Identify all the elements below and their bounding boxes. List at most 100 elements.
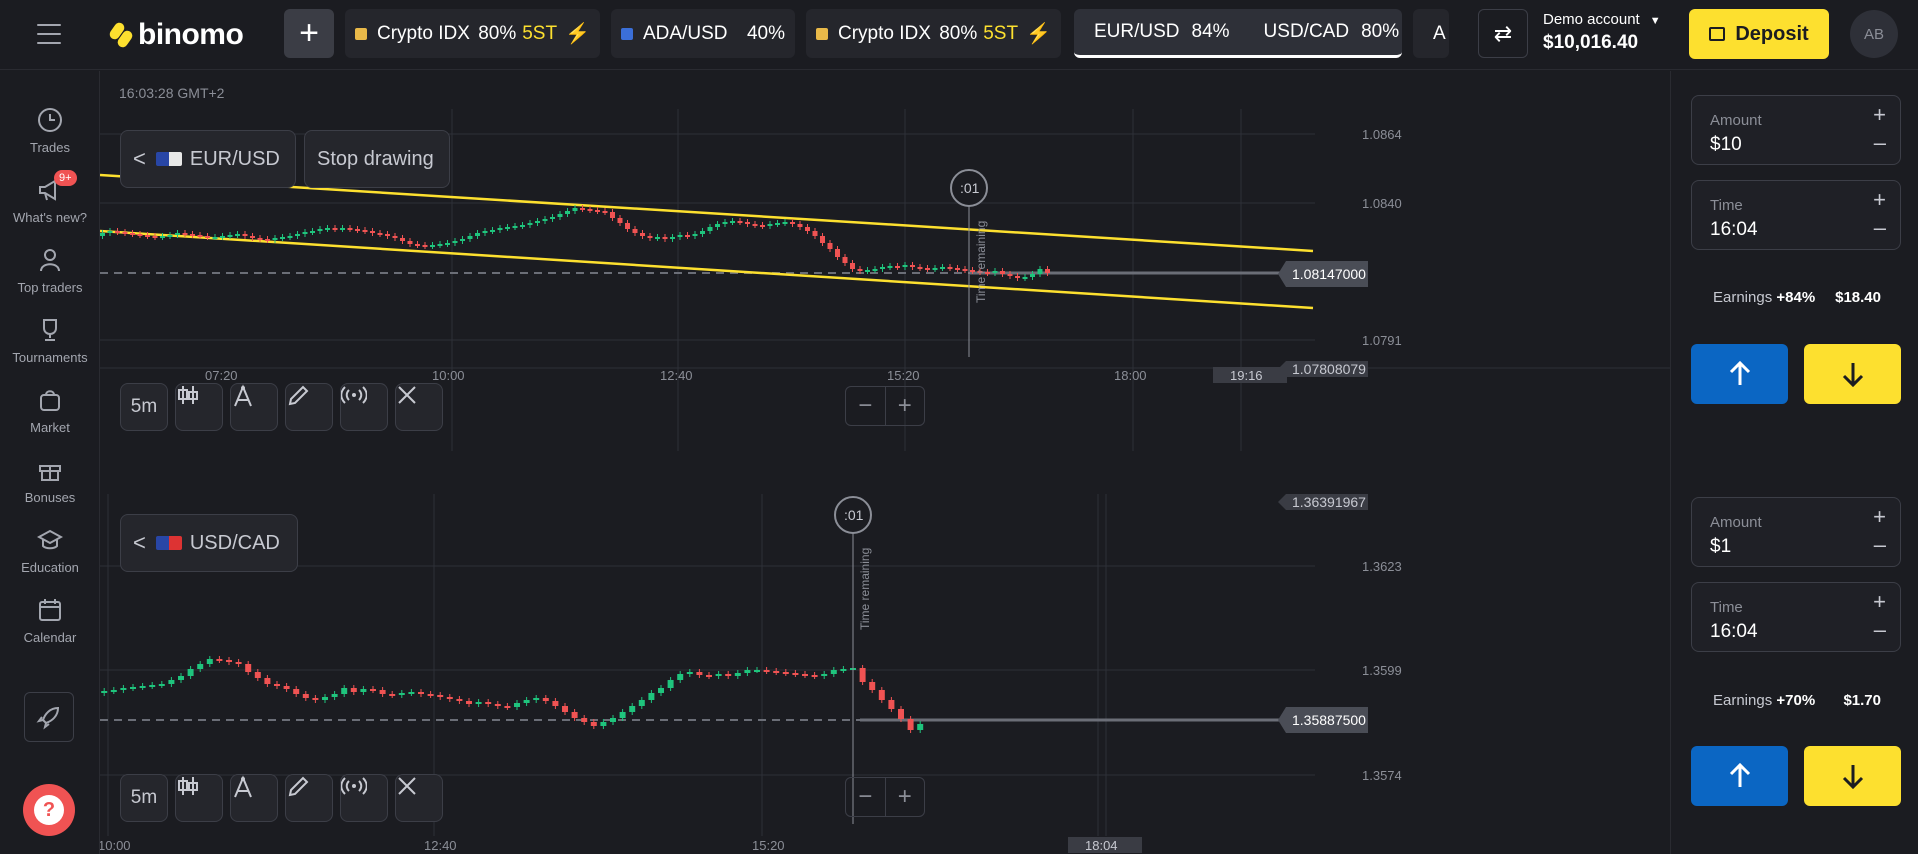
eur-usd-candle <box>115 231 120 233</box>
zoom-out-button[interactable]: − <box>846 778 886 816</box>
asset-tab-eur-usd-usd-cad[interactable]: EUR/USD 84% USD/CAD 80% <box>1074 9 1402 58</box>
eur-usd-candle <box>175 233 180 235</box>
eur-usd-candle <box>437 244 443 246</box>
amount-value[interactable]: $1 <box>1710 536 1731 558</box>
zoom-in-button[interactable]: + <box>886 778 925 816</box>
chart-panel-eur-usd[interactable]: 1.0864 1.0840 1.0791 07:20 10:00 12:40 15:20 18… <box>100 71 1670 491</box>
eur-usd-candle <box>760 225 765 227</box>
indicators-icon[interactable] <box>230 383 278 431</box>
tab-pct: 80% <box>478 22 517 44</box>
sidebar-item-label: Tournaments <box>12 350 88 365</box>
chart-panel-usd-cad[interactable]: 1.3623 1.3599 1.3574 10:00 12:40 15:20 18:04 1.… <box>100 494 1670 854</box>
eur-usd-candle <box>715 224 720 227</box>
sidebar-item-calendar[interactable]: Calendar <box>0 596 100 645</box>
usd-cad-candle <box>696 672 703 675</box>
sidebar-item-bonuses[interactable]: Bonuses <box>0 456 100 505</box>
signal-icon[interactable] <box>340 383 388 431</box>
eur-usd-candle <box>947 267 953 269</box>
indicators-icon[interactable] <box>230 774 278 822</box>
eur-usd-candle <box>385 234 390 236</box>
usd-cad-candle <box>494 704 501 706</box>
call-up-button-2[interactable] <box>1691 746 1788 806</box>
sidebar-item-market[interactable]: Market <box>0 386 100 435</box>
amount-value[interactable]: $10 <box>1710 134 1742 156</box>
usd-cad-candle <box>485 702 492 704</box>
signal-icon[interactable] <box>340 774 388 822</box>
sidebar-item-education[interactable]: Education <box>0 526 100 575</box>
usd-cad-candle <box>600 722 607 726</box>
eur-usd-candle <box>415 244 420 246</box>
asset-tab-crypto-idx-2[interactable]: Crypto IDX 80% 5ST ⚡ <box>806 9 1061 58</box>
person-icon <box>36 246 64 274</box>
usd-cad-candle <box>619 712 626 718</box>
eur-usd-candle <box>640 233 645 236</box>
minus-icon[interactable]: – <box>1874 215 1886 241</box>
asset-selector-usd-cad[interactable]: < USD/CAD <box>120 514 298 572</box>
logo[interactable]: binomo <box>110 16 244 54</box>
add-asset-button[interactable]: + <box>284 9 334 58</box>
stop-drawing-button[interactable]: Stop drawing <box>304 130 450 188</box>
pencil-icon[interactable] <box>285 774 333 822</box>
pencil-icon[interactable] <box>285 383 333 431</box>
usd-cad-candle <box>168 680 175 684</box>
usd-cad-candle <box>782 672 789 674</box>
minus-icon[interactable]: – <box>1874 130 1886 156</box>
tab-name: Crypto IDX <box>377 22 470 44</box>
eur-usd-candle <box>685 235 690 237</box>
call-up-button-1[interactable] <box>1691 344 1788 404</box>
eur-usd-candle <box>190 234 195 236</box>
earnings-pct: +84% <box>1776 289 1816 306</box>
plus-icon[interactable]: + <box>1873 102 1886 128</box>
eur-usd-candle <box>355 229 360 231</box>
time-label: 10:00 <box>432 368 465 383</box>
timeframe-button[interactable]: 5m <box>120 774 168 822</box>
asset-tab-crypto-idx-1[interactable]: Crypto IDX 80% 5ST ⚡ <box>345 9 600 58</box>
switch-account-button[interactable]: ⇄ <box>1478 9 1528 58</box>
zoom-out-button[interactable]: − <box>846 387 886 425</box>
time-label: 10:00 <box>100 838 131 853</box>
avatar[interactable]: AB <box>1850 10 1898 58</box>
close-icon[interactable] <box>395 774 443 822</box>
usd-cad-candle <box>562 706 568 712</box>
account-selector[interactable]: Demo account ▼ $10,016.40 <box>1543 11 1661 54</box>
sidebar-item-top-traders[interactable]: Top traders <box>0 246 100 295</box>
zoom-in-button[interactable]: + <box>886 387 925 425</box>
put-down-button-2[interactable] <box>1804 746 1901 806</box>
asset-tab-partial[interactable]: A <box>1413 9 1449 58</box>
close-icon[interactable] <box>395 383 443 431</box>
put-down-button-1[interactable] <box>1804 344 1901 404</box>
amount-field-2[interactable]: Amount $1 + – <box>1691 497 1901 567</box>
minus-icon[interactable]: – <box>1874 532 1886 558</box>
eur-usd-candle <box>737 221 743 223</box>
asset-tab-ada-usd[interactable]: ADA/USD 40% <box>611 9 795 58</box>
eur-usd-candle <box>722 222 728 224</box>
account-label: Demo account <box>1543 11 1640 28</box>
sidebar-item-tournaments[interactable]: Tournaments <box>0 316 100 365</box>
amount-field-1[interactable]: Amount $10 + – <box>1691 95 1901 165</box>
plus-icon[interactable]: + <box>1873 504 1886 530</box>
usd-cad-candle <box>725 674 732 676</box>
arrow-up-icon <box>1729 763 1750 787</box>
time-value[interactable]: 16:04 <box>1710 621 1758 643</box>
time-field-1[interactable]: Time 16:04 + – <box>1691 180 1901 250</box>
candles-icon[interactable] <box>175 774 223 822</box>
help-button[interactable]: ? <box>23 784 75 836</box>
time-value[interactable]: 16:04 <box>1710 219 1758 241</box>
eur-usd-candle <box>122 232 128 234</box>
timeframe-button[interactable]: 5m <box>120 383 168 431</box>
usd-cad-candle <box>379 690 386 694</box>
candles-icon[interactable] <box>175 383 223 431</box>
usd-cad-candle <box>677 674 684 680</box>
deposit-button[interactable]: Deposit <box>1689 9 1829 59</box>
usd-cad-candle <box>552 701 559 706</box>
menu-icon[interactable] <box>37 24 61 44</box>
time-field-2[interactable]: Time 16:04 + – <box>1691 582 1901 652</box>
minus-icon[interactable]: – <box>1874 617 1886 643</box>
asset-selector-eur-usd[interactable]: < EUR/USD <box>120 130 296 188</box>
rocket-button[interactable] <box>24 692 74 742</box>
sidebar-item-trades[interactable]: Trades <box>0 106 100 155</box>
eur-usd-candle <box>842 257 848 263</box>
sidebar-item-whats-new[interactable]: 9+ What's new? <box>0 170 100 225</box>
plus-icon[interactable]: + <box>1873 187 1886 213</box>
plus-icon[interactable]: + <box>1873 589 1886 615</box>
